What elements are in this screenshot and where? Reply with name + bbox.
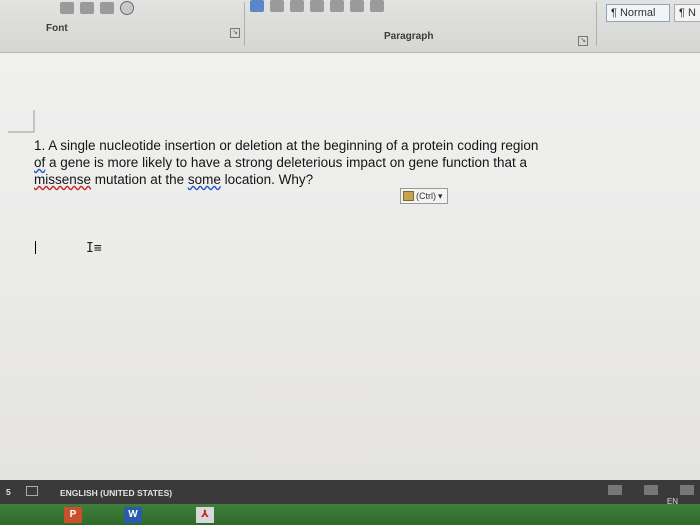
- justify-icon[interactable]: [310, 0, 324, 12]
- alignment-group: [250, 0, 384, 12]
- ibeam-cursor-icon: I≡: [86, 241, 102, 256]
- word-taskbar-icon[interactable]: W: [124, 507, 142, 523]
- text-line: of a gene is more likely to have a stron…: [34, 155, 528, 170]
- paragraph-group-label: Paragraph: [384, 31, 434, 42]
- language-indicator[interactable]: ENGLISH (UNITED STATES): [60, 488, 172, 498]
- paste-options-label: (Ctrl): [416, 191, 436, 201]
- style-no-spacing[interactable]: ¶ N: [674, 4, 700, 22]
- ribbon: Font ↘ Paragraph ↘ ¶ Normal ¶ N: [0, 0, 700, 53]
- style-normal[interactable]: ¶ Normal: [606, 4, 670, 22]
- text-effects-icon[interactable]: [100, 2, 114, 14]
- page-indicator[interactable]: 5: [6, 487, 11, 497]
- clipboard-icon: [403, 191, 414, 201]
- shading-icon[interactable]: [350, 0, 364, 12]
- highlight-icon[interactable]: [80, 2, 94, 14]
- chevron-down-icon: ▾: [438, 190, 443, 201]
- text-line: missense mutation at the some location. …: [34, 172, 314, 187]
- align-left-icon[interactable]: [250, 0, 264, 12]
- ribbon-toolbar: [60, 0, 134, 16]
- line-spacing-icon[interactable]: [330, 0, 344, 12]
- print-layout-icon[interactable]: [644, 485, 658, 495]
- document-text[interactable]: 1. A single nucleotide insertion or dele…: [34, 137, 684, 188]
- clear-formatting-icon[interactable]: [120, 1, 134, 15]
- ribbon-divider: [244, 2, 245, 46]
- font-color-icon[interactable]: [60, 2, 74, 14]
- document-page[interactable]: 1. A single nucleotide insertion or dele…: [0, 53, 700, 480]
- read-mode-icon[interactable]: [608, 485, 622, 495]
- align-right-icon[interactable]: [290, 0, 304, 12]
- font-dialog-launcher-icon[interactable]: ↘: [230, 28, 240, 38]
- font-group-label: Font: [46, 23, 68, 34]
- paragraph-dialog-launcher-icon[interactable]: ↘: [578, 36, 588, 46]
- taskbar: P W ⅄: [0, 504, 700, 525]
- status-bar: 5 ENGLISH (UNITED STATES): [0, 480, 700, 504]
- powerpoint-taskbar-icon[interactable]: P: [64, 507, 82, 523]
- text-caret: [35, 241, 36, 254]
- margin-corner-mark: [8, 110, 35, 133]
- paste-options-button[interactable]: (Ctrl) ▾: [400, 188, 448, 204]
- web-layout-icon[interactable]: [680, 485, 694, 495]
- ribbon-divider: [596, 2, 597, 46]
- pdf-reader-taskbar-icon[interactable]: ⅄: [196, 507, 214, 523]
- borders-icon[interactable]: [370, 0, 384, 12]
- text-line: 1. A single nucleotide insertion or dele…: [34, 138, 539, 153]
- align-center-icon[interactable]: [270, 0, 284, 12]
- proofing-icon[interactable]: [26, 486, 38, 496]
